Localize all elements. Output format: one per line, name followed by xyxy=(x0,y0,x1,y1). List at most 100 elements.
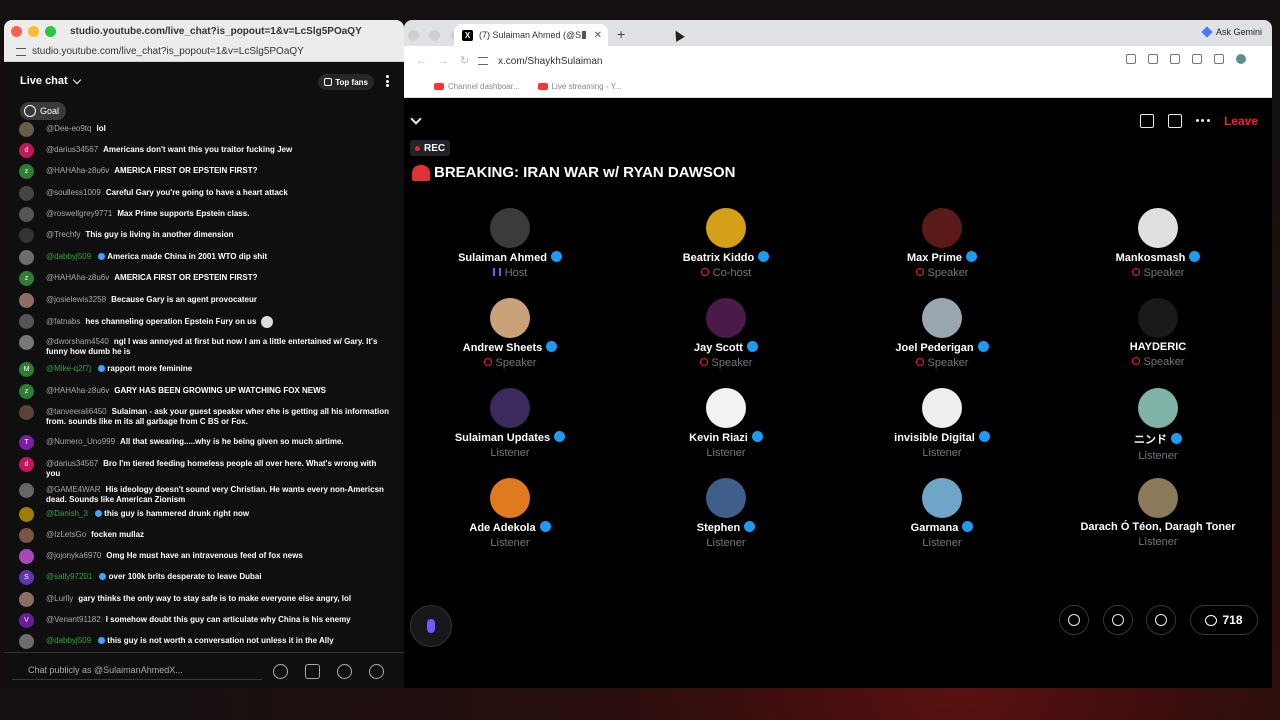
popup-url-bar[interactable]: studio.youtube.com/live_chat?is_popout=1… xyxy=(4,42,404,62)
chat-avatar[interactable] xyxy=(19,207,34,222)
chat-username[interactable]: @Numero_Uno999 xyxy=(46,437,115,446)
participant[interactable]: Max Prime Speaker xyxy=(834,208,1050,279)
chat-avatar[interactable]: M xyxy=(19,362,34,377)
live-chat-dropdown[interactable]: Live chat xyxy=(20,75,81,87)
participant[interactable]: Mankosmash Speaker xyxy=(1050,208,1266,279)
chat-avatar[interactable]: z xyxy=(19,384,34,399)
forward-icon[interactable]: → xyxy=(438,56,449,67)
replies-button[interactable]: 718 xyxy=(1190,605,1258,635)
back-icon[interactable]: ← xyxy=(416,56,427,67)
chat-username[interactable]: @darius34567 xyxy=(46,145,98,154)
new-tab-button[interactable]: + xyxy=(617,26,625,42)
chat-avatar[interactable]: T xyxy=(19,435,34,450)
participant-avatar[interactable] xyxy=(490,388,530,428)
participant-avatar[interactable] xyxy=(922,298,962,338)
super-chat-icon[interactable] xyxy=(305,664,320,679)
participant[interactable]: Ade Adekola Listener xyxy=(404,478,618,549)
chat-avatar[interactable] xyxy=(19,335,34,350)
top-fans-button[interactable]: Top fans xyxy=(318,74,374,90)
chat-username[interactable]: @sally97201 xyxy=(46,572,92,581)
chat-avatar[interactable]: S xyxy=(19,570,34,585)
participant[interactable]: Joel Pederigan Speaker xyxy=(834,298,1050,369)
participant-avatar[interactable] xyxy=(922,388,962,428)
add-icon[interactable] xyxy=(337,664,352,679)
chat-avatar[interactable]: d xyxy=(19,143,34,158)
participant[interactable]: Sulaiman Updates Listener xyxy=(404,388,618,459)
more-options-icon[interactable] xyxy=(386,75,390,87)
chat-username[interactable]: @Trechfy xyxy=(46,230,81,239)
participant[interactable]: Stephen Listener xyxy=(618,478,834,549)
chat-avatar[interactable] xyxy=(19,314,34,329)
media-controls-icon[interactable] xyxy=(1214,54,1224,64)
participant-avatar[interactable] xyxy=(1138,298,1178,338)
people-button[interactable] xyxy=(1059,605,1089,635)
chat-avatar[interactable] xyxy=(19,405,34,420)
chat-username[interactable]: @Lurlly xyxy=(46,594,73,603)
audio-playing-icon[interactable] xyxy=(581,31,590,39)
chat-username[interactable]: @HAHAha-z8u6v xyxy=(46,386,109,395)
share-icon[interactable] xyxy=(1167,114,1182,128)
chat-username[interactable]: @HAHAha-z8u6v xyxy=(46,166,109,175)
tab-x-profile[interactable]: X (7) Sulaiman Ahmed (@S ✕ xyxy=(454,24,608,46)
participant[interactable]: HAYDERIC Speaker xyxy=(1050,298,1266,368)
chat-input-field[interactable]: Chat publicly as @SulaimanAhmedX... xyxy=(12,661,262,680)
chat-avatar[interactable] xyxy=(19,592,34,607)
zoom-window-button[interactable] xyxy=(45,25,56,37)
chat-username[interactable]: @Danish_3 xyxy=(46,509,88,518)
chat-username[interactable]: @HAHAha-z8u6v xyxy=(46,273,109,282)
chat-username[interactable]: @Mike-q2f7j xyxy=(46,364,91,373)
chat-username[interactable]: @fatnabs xyxy=(46,317,80,326)
browser-menu-icon[interactable] xyxy=(1258,54,1262,64)
chat-username[interactable]: @Venant91182 xyxy=(46,615,101,624)
participant[interactable]: Andrew Sheets Speaker xyxy=(404,298,618,369)
participant-avatar[interactable] xyxy=(706,298,746,338)
chat-username[interactable]: @soulless1009 xyxy=(46,188,101,197)
chat-avatar[interactable] xyxy=(19,293,34,308)
participant-avatar[interactable] xyxy=(1138,208,1178,248)
side-panel-icon[interactable] xyxy=(1192,54,1202,64)
participant-avatar[interactable] xyxy=(490,298,530,338)
participant-avatar[interactable] xyxy=(490,208,530,248)
reload-icon[interactable]: ↻ xyxy=(460,56,470,67)
chat-avatar[interactable]: z xyxy=(19,271,34,286)
chat-avatar[interactable]: d xyxy=(19,457,34,472)
address-bar[interactable]: x.com/ShaykhSulaiman xyxy=(478,51,1133,71)
chat-avatar[interactable]: z xyxy=(19,164,34,179)
participant[interactable]: Kevin Riazi Listener xyxy=(618,388,834,459)
participant-avatar[interactable] xyxy=(1138,388,1178,428)
more-options-icon[interactable] xyxy=(1195,119,1210,123)
close-window-button[interactable] xyxy=(408,30,419,41)
minimize-window-button[interactable] xyxy=(28,25,39,37)
chat-avatar[interactable] xyxy=(19,634,34,649)
minimize-window-button[interactable] xyxy=(429,30,441,41)
bookmark-star-icon[interactable] xyxy=(1170,54,1180,64)
clip-button[interactable] xyxy=(1146,605,1176,635)
chat-avatar[interactable]: V xyxy=(19,613,34,628)
chat-avatar[interactable] xyxy=(19,549,34,564)
chat-avatar[interactable] xyxy=(19,250,34,265)
site-settings-icon[interactable] xyxy=(478,57,488,65)
participant-avatar[interactable] xyxy=(490,478,530,518)
goal-chip[interactable]: Goal xyxy=(20,102,67,120)
chat-avatar[interactable] xyxy=(19,507,34,522)
participant-avatar[interactable] xyxy=(706,478,746,518)
collapse-chevron-icon[interactable] xyxy=(410,113,422,125)
chat-username[interactable]: @jojonyka6970 xyxy=(46,551,101,560)
chat-username[interactable]: @Dee-eo9tq xyxy=(46,124,91,133)
participant-avatar[interactable] xyxy=(706,388,746,428)
participant[interactable]: Sulaiman Ahmed Host xyxy=(404,208,618,279)
profile-avatar[interactable] xyxy=(1236,54,1246,64)
participant[interactable]: Garmana Listener xyxy=(834,478,1050,549)
chat-username[interactable]: @darius34567 xyxy=(46,459,98,468)
bookmark-channel-dashboard[interactable]: Channel dashboar... xyxy=(434,82,520,91)
participant[interactable]: Jay Scott Speaker xyxy=(618,298,834,369)
chat-username[interactable]: @dabbyj509 xyxy=(46,252,91,261)
participant[interactable]: invisible Digital Listener xyxy=(834,388,1050,459)
participant[interactable]: Beatrix Kiddo Co-host xyxy=(618,208,834,279)
leave-button[interactable]: Leave xyxy=(1224,114,1258,128)
minimize-space-icon[interactable] xyxy=(1139,114,1154,128)
microphone-button[interactable] xyxy=(410,605,452,647)
chat-username[interactable]: @roswellgrey9771 xyxy=(46,209,112,218)
close-window-button[interactable] xyxy=(11,25,22,37)
site-settings-icon[interactable] xyxy=(16,47,26,56)
